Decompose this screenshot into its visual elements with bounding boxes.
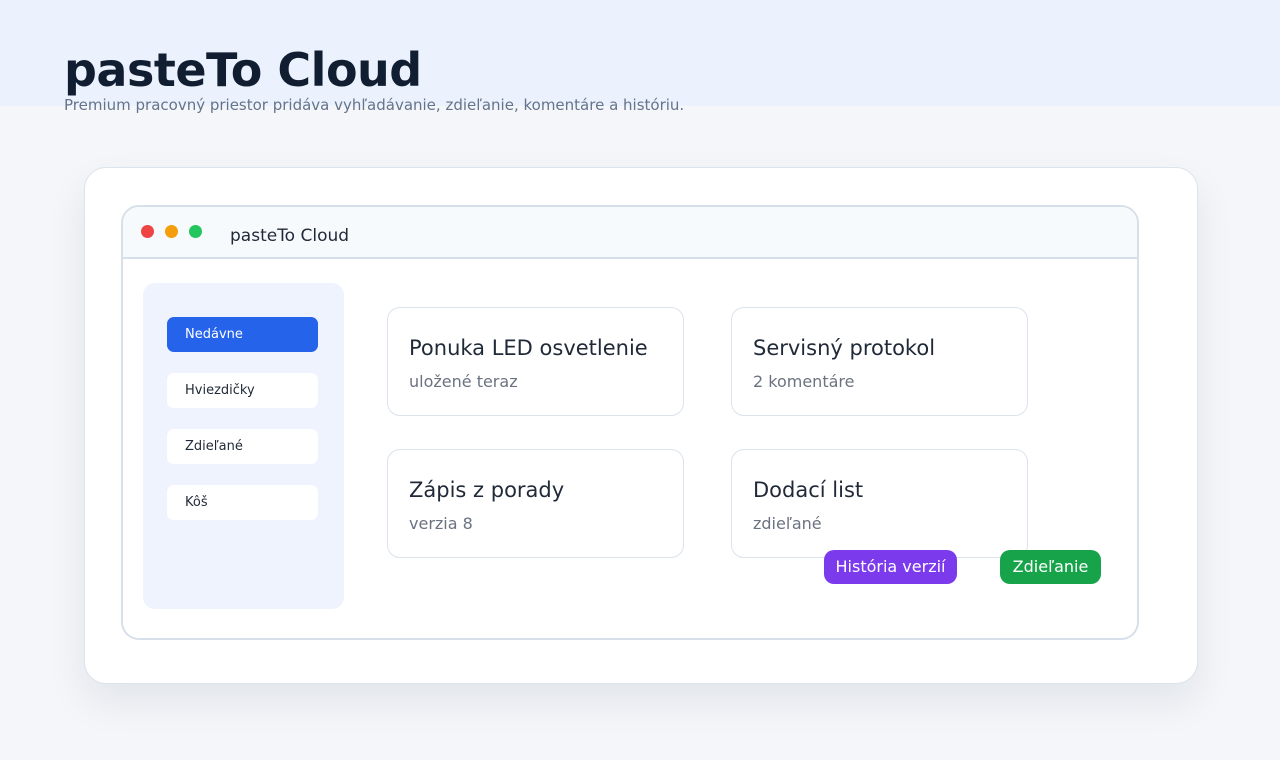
document-meta: verzia 8: [409, 514, 473, 533]
document-meta: 2 komentáre: [753, 372, 855, 391]
share-button[interactable]: Zdieľanie: [1000, 550, 1101, 584]
document-title: Zápis z porady: [409, 478, 565, 502]
page-title: pasteTo Cloud: [64, 43, 422, 97]
window-titlebar: pasteTo Cloud: [123, 207, 1137, 259]
document-card[interactable]: Servisný protokol 2 komentáre: [731, 307, 1028, 416]
minimize-window-dot[interactable]: [165, 225, 178, 238]
document-card[interactable]: Dodací list zdieľané: [731, 449, 1028, 558]
document-meta: uložené teraz: [409, 372, 518, 391]
document-title: Ponuka LED osvetlenie: [409, 336, 648, 360]
page-subtitle: Premium pracovný priestor pridáva vyhľad…: [64, 96, 685, 114]
document-title: Dodací list: [753, 478, 864, 502]
window-title: pasteTo Cloud: [230, 226, 350, 246]
document-meta: zdieľané: [753, 514, 822, 533]
sidebar: Nedávne Hviezdičky Zdieľané Kôš: [143, 283, 344, 609]
app-window: pasteTo Cloud Nedávne Hviezdičky Zdieľan…: [121, 205, 1139, 640]
sidebar-item-shared[interactable]: Zdieľané: [167, 429, 318, 464]
document-title: Servisný protokol: [753, 336, 936, 360]
close-window-dot[interactable]: [141, 225, 154, 238]
document-card[interactable]: Zápis z porady verzia 8: [387, 449, 684, 558]
sidebar-item-recent[interactable]: Nedávne: [167, 317, 318, 352]
sidebar-item-trash[interactable]: Kôš: [167, 485, 318, 520]
document-card[interactable]: Ponuka LED osvetlenie uložené teraz: [387, 307, 684, 416]
sidebar-item-starred[interactable]: Hviezdičky: [167, 373, 318, 408]
version-history-button[interactable]: História verzií: [824, 550, 957, 584]
maximize-window-dot[interactable]: [189, 225, 202, 238]
